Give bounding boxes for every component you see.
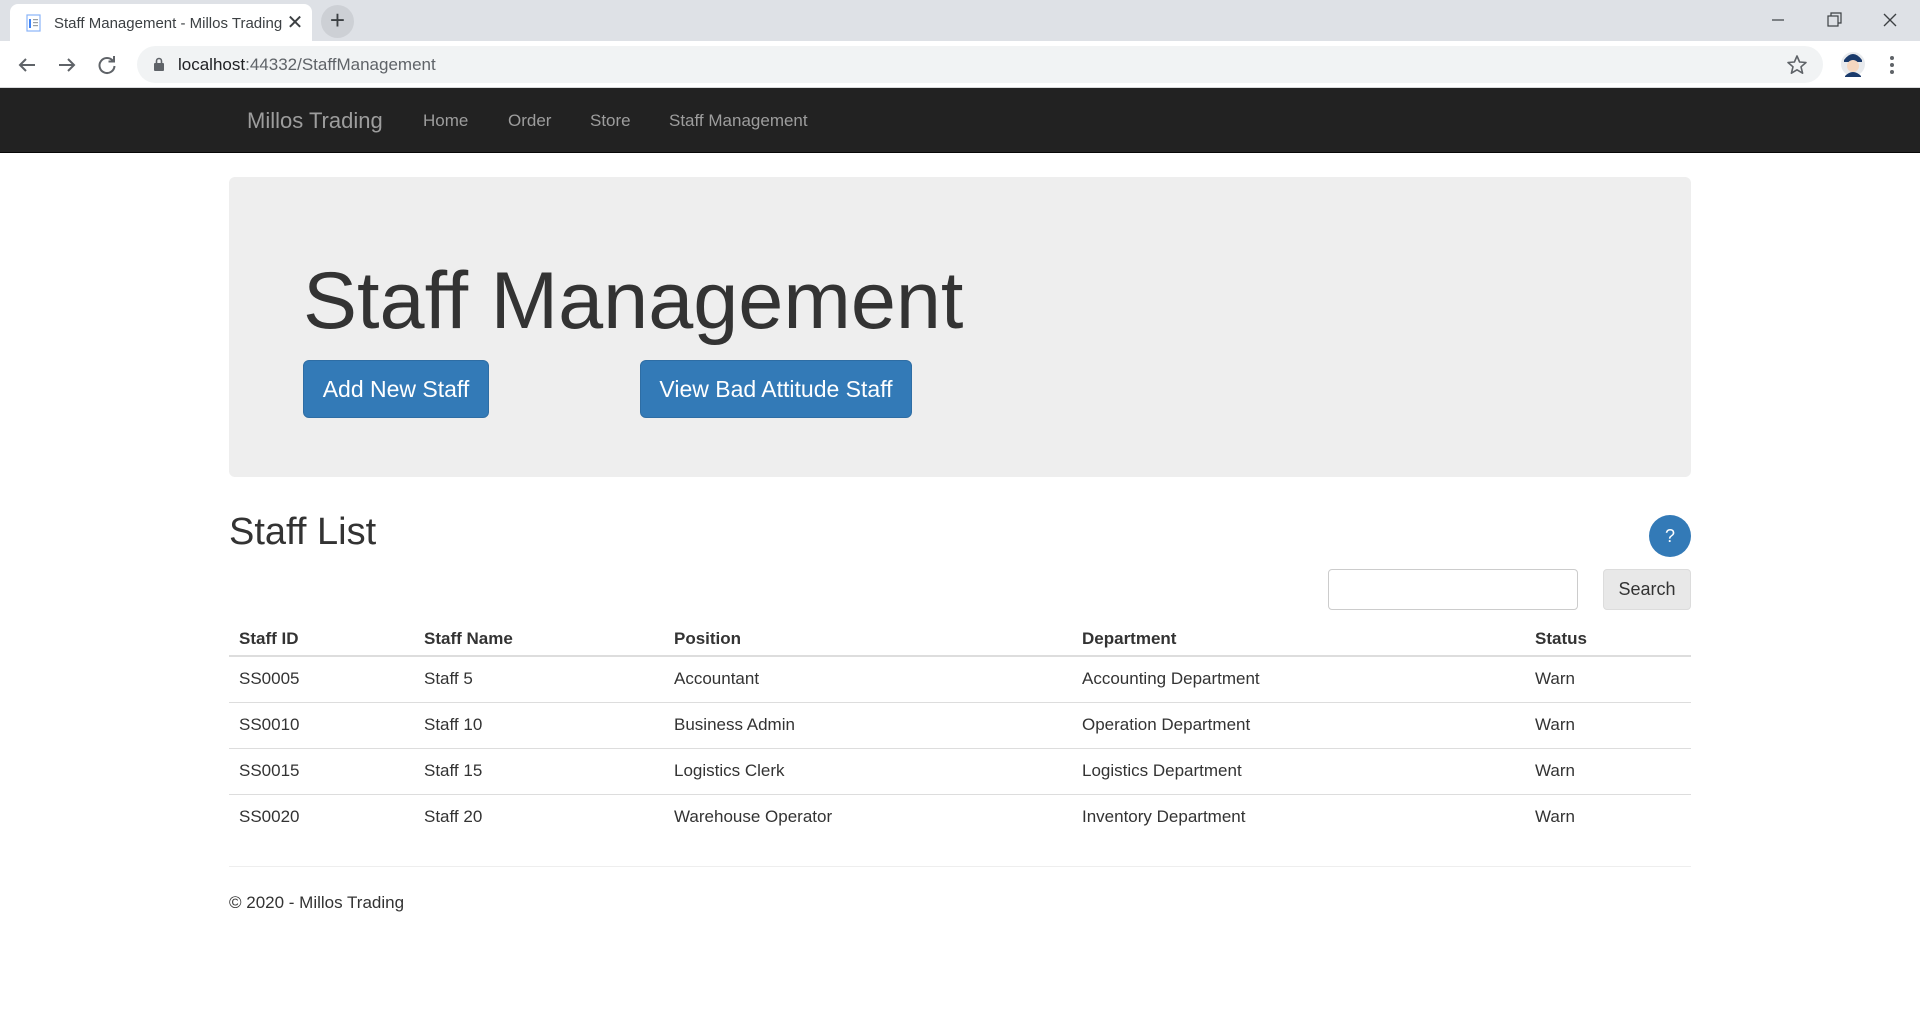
status-cell: Warn [1535,669,1575,689]
staff-id-cell: SS0005 [239,669,300,689]
brand-link[interactable]: Millos Trading [247,108,383,134]
column-header-department: Department [1072,610,1525,657]
status-cell: Warn [1525,701,1691,748]
tab-close-icon[interactable]: ✕ [284,12,306,34]
column-header-staff-name: Staff Name [414,610,664,657]
nav-link-staff-management[interactable]: Staff Management [669,111,808,131]
column-header-status: Status [1525,610,1691,657]
staff-table: Staff ID Staff Name Position Department … [229,610,1691,840]
column-header-staff-id: Staff ID [229,610,414,657]
site-navbar: Millos Trading Home Order Store Staff Ma… [0,88,1920,153]
browser-toolbar: localhost:44332/StaffManagement [0,41,1920,88]
footer-copyright: © 2020 - Millos Trading [229,893,405,912]
add-new-staff-button[interactable]: Add New Staff [303,360,489,418]
department-cell: Logistics Department [1072,747,1525,794]
staff-name-cell: Staff 15 [414,747,664,794]
browser-tab[interactable]: Staff Management - Millos Trading ✕ [10,4,312,41]
status-cell: Warn [1525,793,1691,840]
footer-divider [229,866,1691,867]
table-row: SS0020 Staff 20 Warehouse Operator Inven… [229,793,1691,840]
url-path: :44332/StaffManagement [245,55,436,74]
column-header-position: Position [664,610,1072,657]
view-bad-attitude-staff-button[interactable]: View Bad Attitude Staff [640,360,912,418]
address-bar[interactable]: localhost:44332/StaffManagement [137,46,1823,83]
kebab-menu-icon[interactable] [1880,53,1904,77]
nav-link-store[interactable]: Store [590,111,631,131]
staff-id-cell: SS0020 [229,793,414,840]
nav-link-order[interactable]: Order [508,111,551,131]
restore-icon[interactable] [1806,4,1862,36]
document-icon [26,14,41,32]
reload-icon[interactable] [91,49,123,81]
nav-link-home[interactable]: Home [423,111,468,131]
star-icon[interactable] [1785,53,1809,77]
new-tab-button[interactable]: + [321,5,354,38]
avatar-icon[interactable] [1839,46,1867,82]
url-host: localhost [178,55,246,74]
staff-id-cell: SS0015 [229,747,414,794]
minimize-icon[interactable] [1750,4,1806,36]
staff-list-title: Staff List [229,511,377,553]
help-button[interactable]: ? [1649,515,1691,557]
position-cell: Business Admin [664,701,1072,748]
table-row: SS0005 Staff 5 Accountant Accounting Dep… [229,656,1691,702]
department-cell: Inventory Department [1072,793,1525,840]
staff-name-cell: Staff 10 [414,701,664,748]
staff-name-cell: Staff 20 [414,793,664,840]
url-text[interactable]: localhost:44332/StaffManagement [178,55,436,75]
staff-id-cell: SS0010 [229,701,414,748]
staff-name-cell: Staff 5 [424,669,473,689]
lock-icon[interactable] [152,56,166,72]
search-input[interactable] [1328,569,1578,610]
table-header-row: Staff ID Staff Name Position Department … [229,610,1691,657]
window-close-icon[interactable] [1862,4,1918,36]
arrow-right-icon[interactable] [51,49,83,81]
position-cell: Accountant [674,669,760,689]
browser-tab-strip: Staff Management - Millos Trading ✕ + [0,0,1920,41]
page-title: Staff Management [303,256,964,346]
tab-title: Staff Management - Millos Trading [54,15,282,32]
search-button[interactable]: Search [1603,569,1691,610]
table-row: SS0010 Staff 10 Business Admin Operation… [229,701,1691,748]
department-cell: Accounting Department [1082,669,1260,689]
jumbotron: Staff Management Add New Staff View Bad … [229,177,1691,477]
position-cell: Warehouse Operator [664,793,1072,840]
status-cell: Warn [1525,747,1691,794]
position-cell: Logistics Clerk [664,747,1072,794]
table-row: SS0015 Staff 15 Logistics Clerk Logistic… [229,747,1691,794]
arrow-left-icon[interactable] [11,49,43,81]
department-cell: Operation Department [1072,701,1525,748]
